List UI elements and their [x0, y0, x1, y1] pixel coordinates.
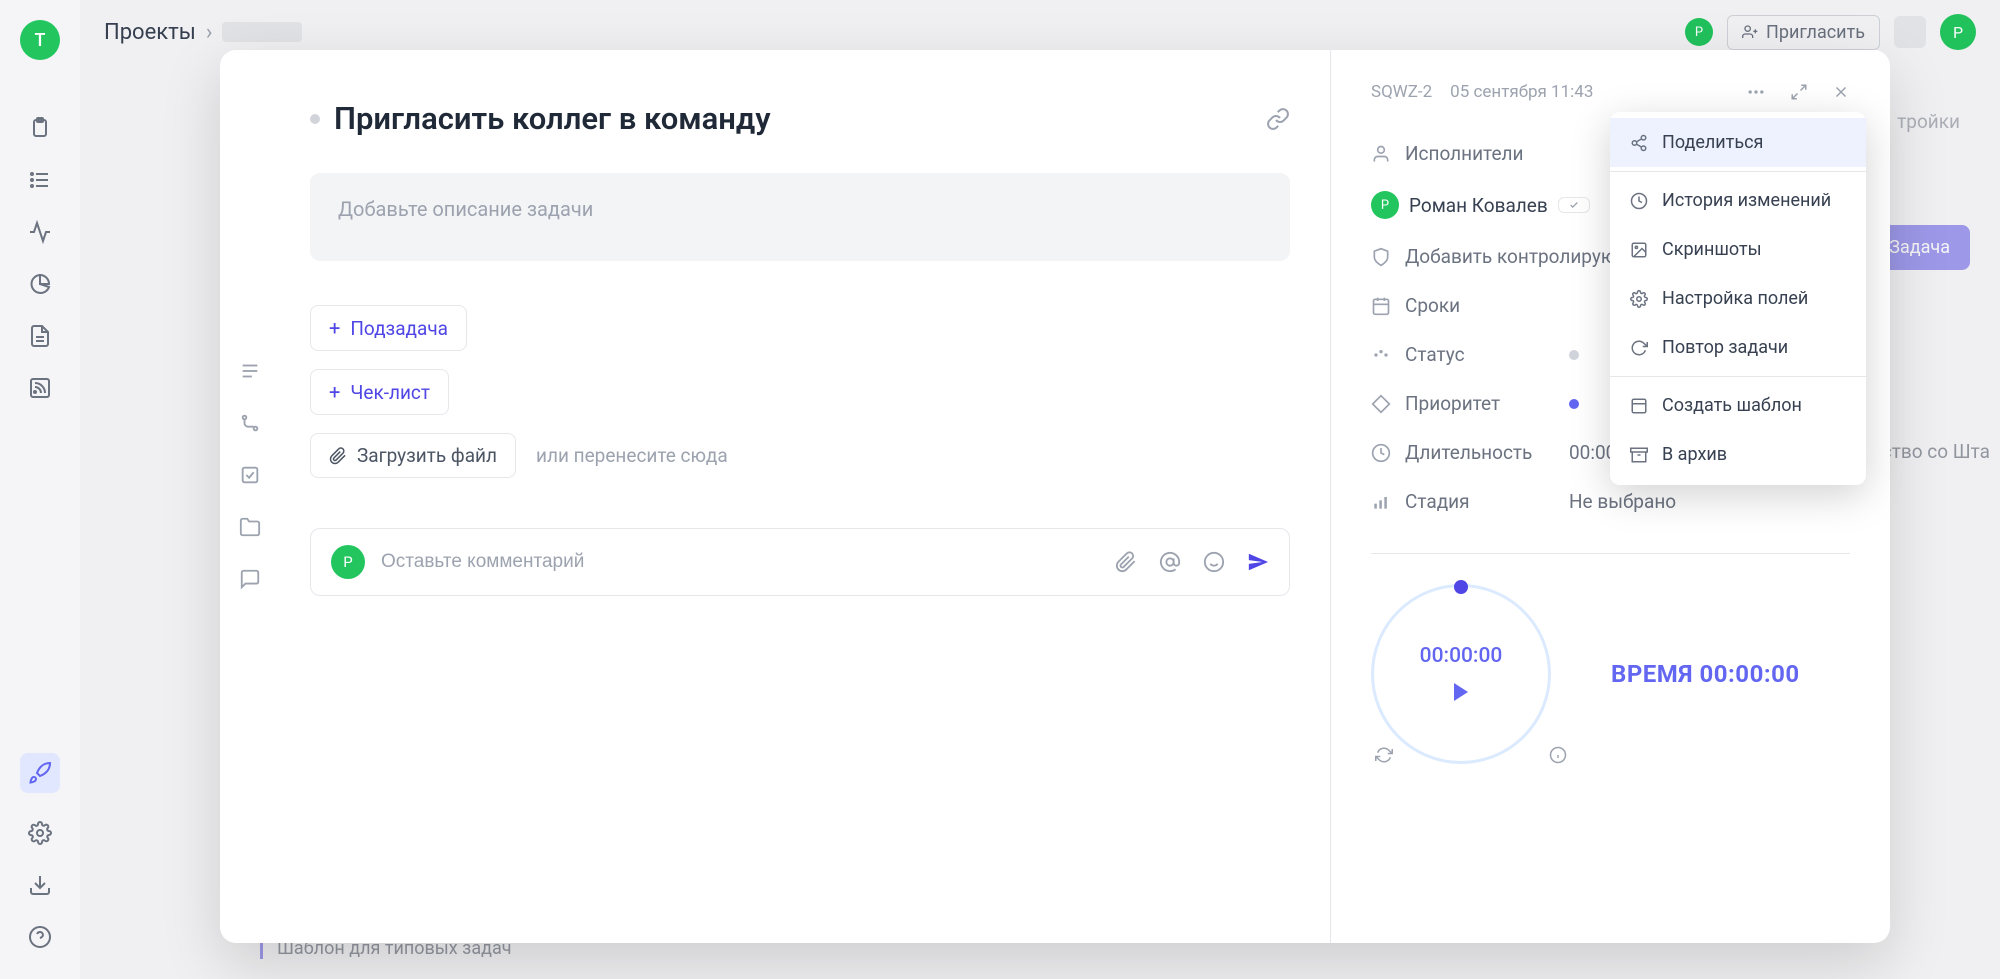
- description-input[interactable]: Добавьте описание задачи: [310, 173, 1290, 261]
- task-details-panel: SQWZ-2 05 сентября 11:43 Исполнители Р: [1330, 50, 1890, 943]
- dropdown-archive[interactable]: В архив: [1610, 430, 1866, 479]
- timer-time: 00:00:00: [1420, 644, 1503, 668]
- refresh-icon[interactable]: [1375, 746, 1393, 764]
- plus-icon: +: [329, 316, 340, 340]
- drag-hint: или перенесите сюда: [536, 444, 728, 467]
- task-title[interactable]: Пригласить коллег в команду: [334, 100, 1252, 137]
- clock-icon: [1371, 443, 1391, 463]
- shield-icon: [1371, 247, 1391, 267]
- emoji-icon[interactable]: [1203, 551, 1225, 573]
- timer-circle[interactable]: 00:00:00: [1371, 584, 1551, 764]
- more-icon[interactable]: [1746, 82, 1766, 102]
- bars-icon: [1371, 492, 1391, 512]
- status-indicator: [1569, 350, 1579, 360]
- dropdown-screenshots[interactable]: Скриншоты: [1610, 225, 1866, 274]
- timer-section: 00:00:00 ВРЕМЯ 00:00:00: [1371, 553, 1850, 764]
- calendar-icon: [1371, 296, 1391, 316]
- task-status-dot: [310, 114, 320, 124]
- image-icon: [1630, 241, 1648, 259]
- add-checklist-button[interactable]: + Чек-лист: [310, 369, 449, 415]
- check-icon: [1567, 200, 1581, 210]
- gear-icon[interactable]: [28, 821, 52, 845]
- modal-main: Пригласить коллег в команду Добавьте опи…: [280, 50, 1330, 943]
- template-icon: [1630, 397, 1648, 415]
- left-sidebar: T: [0, 0, 80, 979]
- align-icon[interactable]: [239, 360, 261, 382]
- timer-label: ВРЕМЯ 00:00:00: [1611, 660, 1800, 688]
- task-actions-dropdown: Поделиться История изменений Скриншоты Н…: [1610, 112, 1866, 485]
- paperclip-icon: [329, 447, 347, 465]
- list-icon[interactable]: [28, 168, 52, 192]
- add-subtask-button[interactable]: + Подзадача: [310, 305, 467, 351]
- branch-icon[interactable]: [239, 412, 261, 434]
- clipboard-icon[interactable]: [28, 116, 52, 140]
- share-icon: [1630, 134, 1648, 152]
- send-icon[interactable]: [1247, 551, 1269, 573]
- folder-icon[interactable]: [239, 516, 261, 538]
- settings-icon: [1630, 290, 1648, 308]
- comment-input[interactable]: [381, 551, 1099, 573]
- attach-icon[interactable]: [1115, 551, 1137, 573]
- stage-row[interactable]: Стадия Не выбрано: [1371, 490, 1850, 513]
- mention-icon[interactable]: [1159, 551, 1181, 573]
- assignee-check[interactable]: [1558, 197, 1590, 213]
- comment-icon[interactable]: [239, 568, 261, 590]
- dropdown-create-template[interactable]: Создать шаблон: [1610, 381, 1866, 430]
- repeat-icon: [1630, 339, 1648, 357]
- close-icon[interactable]: [1832, 83, 1850, 101]
- dropdown-field-settings[interactable]: Настройка полей: [1610, 274, 1866, 323]
- task-modal: Пригласить коллег в команду Добавьте опи…: [220, 50, 1890, 943]
- upload-file-button[interactable]: Загрузить файл: [310, 433, 516, 478]
- stage-value: Не выбрано: [1569, 490, 1676, 513]
- comment-box: Р: [310, 528, 1290, 596]
- assignee-name: Роман Ковалев: [1409, 194, 1548, 217]
- dropdown-divider: [1610, 376, 1866, 377]
- timer-knob: [1454, 580, 1468, 594]
- help-icon[interactable]: [28, 925, 52, 949]
- expand-icon[interactable]: [1790, 83, 1808, 101]
- history-icon: [1630, 192, 1648, 210]
- archive-icon: [1630, 446, 1648, 464]
- dropdown-repeat[interactable]: Повтор задачи: [1610, 323, 1866, 372]
- modal-rail: [220, 50, 280, 943]
- workspace-avatar[interactable]: T: [20, 20, 60, 60]
- comment-avatar: Р: [331, 545, 365, 579]
- pie-icon[interactable]: [28, 272, 52, 296]
- play-icon[interactable]: [1449, 680, 1473, 704]
- link-icon[interactable]: [1266, 107, 1290, 131]
- task-id[interactable]: SQWZ-2: [1371, 82, 1432, 102]
- assignee-avatar: Р: [1371, 191, 1399, 219]
- user-icon: [1371, 144, 1391, 164]
- dots-icon: [1371, 345, 1391, 365]
- assignees-label: Исполнители: [1405, 142, 1523, 165]
- dropdown-divider: [1610, 171, 1866, 172]
- diamond-icon: [1371, 394, 1391, 414]
- download-icon[interactable]: [28, 873, 52, 897]
- checkbox-icon[interactable]: [239, 464, 261, 486]
- priority-indicator: [1569, 399, 1579, 409]
- info-icon[interactable]: [1549, 746, 1567, 764]
- plus-icon: +: [329, 380, 340, 404]
- task-timestamp: 05 сентября 11:43: [1450, 82, 1593, 102]
- rss-icon[interactable]: [28, 376, 52, 400]
- dropdown-share[interactable]: Поделиться: [1610, 118, 1866, 167]
- file-icon[interactable]: [28, 324, 52, 348]
- activity-icon[interactable]: [28, 220, 52, 244]
- rocket-icon[interactable]: [20, 753, 60, 793]
- dropdown-history[interactable]: История изменений: [1610, 176, 1866, 225]
